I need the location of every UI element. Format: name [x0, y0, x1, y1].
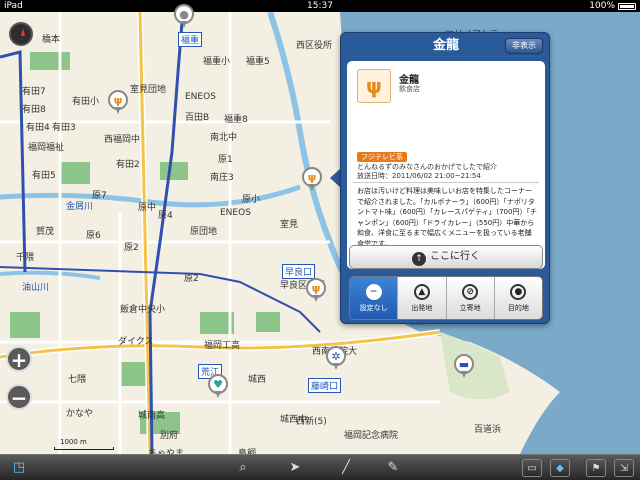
map-label: ENEOS — [185, 92, 216, 102]
map-label: 福重5 — [246, 57, 270, 67]
map-label: 藤崎口 — [308, 378, 342, 393]
exit-icon[interactable]: ⇲ — [614, 459, 634, 477]
map-label: 有田4 — [26, 123, 50, 133]
battery-icon — [618, 2, 636, 10]
map-label: 有田小 — [72, 97, 100, 107]
hide-button[interactable]: 非表示 — [505, 38, 543, 54]
go-here-button[interactable]: ↑ ここに行く — [349, 245, 543, 269]
map-label: 南北中 — [210, 133, 238, 143]
zoom-in-button[interactable]: + — [6, 346, 32, 372]
map-label: 原団地 — [190, 227, 218, 237]
shield-icon[interactable]: ◆ — [550, 459, 570, 477]
map-label: 早良口 — [282, 264, 316, 279]
map-label: 有田8 — [22, 105, 46, 115]
poi-pin-hotel[interactable]: ▬ — [454, 354, 474, 378]
bottom-toolbar: ◳ ⌕ ➤ ╱ ✎ ▭ ◆ ⚑ ⇲ — [0, 454, 640, 480]
map-label: 千隈 — [16, 253, 35, 263]
status-bar: iPad 15:37 100% — [0, 0, 640, 12]
map-label: 有田3 — [52, 123, 76, 133]
map-label: 南庄3 — [210, 173, 234, 183]
segment-destination[interactable]: ● 目的地 — [494, 277, 542, 319]
poi-pin-gear[interactable]: ✲ — [326, 346, 346, 370]
target-icon: ● — [510, 284, 527, 300]
map-label: 橋本 — [42, 35, 61, 45]
battery-percent: 100% — [589, 1, 615, 11]
settings-icon[interactable]: ✎ — [384, 459, 402, 477]
segment-via[interactable]: ⊘ 立寄地 — [446, 277, 495, 319]
poi-pin-restaurant[interactable]: ψ — [108, 90, 128, 114]
flag-icon[interactable]: ⚑ — [586, 459, 606, 477]
map-label: 原中 — [138, 203, 157, 213]
triangle-icon: ▲ — [413, 284, 430, 300]
compass-icon[interactable] — [9, 22, 33, 46]
map-label: 西新(5) — [296, 417, 327, 427]
divider — [353, 182, 539, 183]
map-label: ダイクス — [118, 337, 154, 347]
navigate-icon[interactable]: ➤ — [286, 459, 304, 477]
map-label: かなや — [66, 409, 94, 419]
map-label: 原小 — [242, 195, 261, 205]
tv-badge: フジテレビ系 — [357, 152, 407, 162]
map-label: 福重 — [178, 32, 203, 47]
map-label: 福岡記念病院 — [344, 431, 399, 441]
map-label: 七隈 — [68, 375, 87, 385]
poi-category: 飲食店 — [399, 85, 420, 93]
poi-description: お店は汚いけど料理は美味しいお店を特集したコーナーで紹介されました。「カルボナー… — [357, 187, 537, 248]
map-label: 室見 — [280, 220, 299, 230]
map-label: 西福岡中 — [104, 135, 141, 145]
segment-label: 出発地 — [411, 304, 433, 312]
poi-popup: 金龍 非表示 ψ 金龍 飲食店 フジテレビ系 とんねるずのみなさんのおかげでした… — [340, 32, 550, 324]
map-label: 福岡福祉 — [28, 143, 65, 153]
segment-start[interactable]: ▲ 出発地 — [398, 277, 447, 319]
poi-pin[interactable]: ● — [174, 4, 194, 28]
display-icon[interactable]: ▭ — [522, 459, 542, 477]
map-label: 福岡工高 — [204, 341, 241, 351]
map-label: 有田5 — [32, 171, 56, 181]
poi-pin-heart[interactable]: ♥ — [208, 374, 228, 398]
poi-pin-restaurant[interactable]: ψ — [306, 278, 326, 302]
cube-icon[interactable]: ◳ — [8, 459, 30, 477]
map-label: 百道浜 — [474, 425, 502, 435]
map-label: 福重8 — [224, 115, 248, 125]
map-label: ENEOS — [220, 208, 251, 218]
poi-pin-restaurant-selected[interactable]: ψ — [302, 167, 322, 191]
map-label: 原6 — [86, 231, 101, 241]
map-label: 賀茂 — [36, 227, 55, 237]
map-label: 金屑川 — [66, 202, 94, 212]
map-label: 有田7 — [22, 87, 46, 97]
search-icon[interactable]: ⌕ — [234, 459, 252, 477]
map-label: 原1 — [218, 155, 233, 165]
arrow-up-icon: ↑ — [412, 252, 426, 266]
go-here-label: ここに行く — [430, 251, 480, 262]
via-icon: ⊘ — [462, 284, 479, 300]
map-label: 原7 — [92, 191, 107, 201]
map-label: 福重小 — [203, 57, 231, 67]
map-label: 油山川 — [22, 283, 50, 293]
minus-icon: − — [365, 284, 382, 300]
segment-label: 目的地 — [507, 304, 529, 312]
scale-bar — [54, 447, 114, 450]
map-label: 室見団地 — [130, 85, 167, 95]
map-label: 城西 — [248, 375, 267, 385]
segment-none[interactable]: − 設定なし — [350, 277, 399, 319]
map-label: 飯倉中央小 — [120, 305, 166, 315]
segment-label: 設定なし — [359, 304, 388, 312]
map-label: 城南高 — [138, 411, 166, 421]
map-label: 百田B — [185, 113, 210, 123]
poi-air-date: 放送日時：2011/06/02 21:00~21:54 — [357, 172, 481, 180]
segment-label: 立寄地 — [459, 304, 481, 312]
poi-card: ψ 金龍 飲食店 フジテレビ系 とんねるずのみなさんのおかげでしたで紹介 放送日… — [347, 61, 545, 269]
waypoint-segmented-control: − 設定なし ▲ 出発地 ⊘ 立寄地 ● 目的地 — [349, 276, 543, 320]
scale-label: 1000 m — [60, 438, 87, 446]
map-label: 別府 — [160, 431, 179, 441]
route-icon[interactable]: ╱ — [337, 459, 355, 477]
clock: 15:37 — [307, 1, 333, 11]
map-label: 有田2 — [116, 160, 140, 170]
map-label: 原2 — [184, 274, 199, 284]
map-label: 原4 — [158, 211, 173, 221]
fork-knife-icon: ψ — [357, 69, 391, 103]
map-label: 原2 — [124, 243, 139, 253]
map-label: 西区役所 — [296, 41, 333, 51]
zoom-out-button[interactable]: − — [6, 384, 32, 410]
